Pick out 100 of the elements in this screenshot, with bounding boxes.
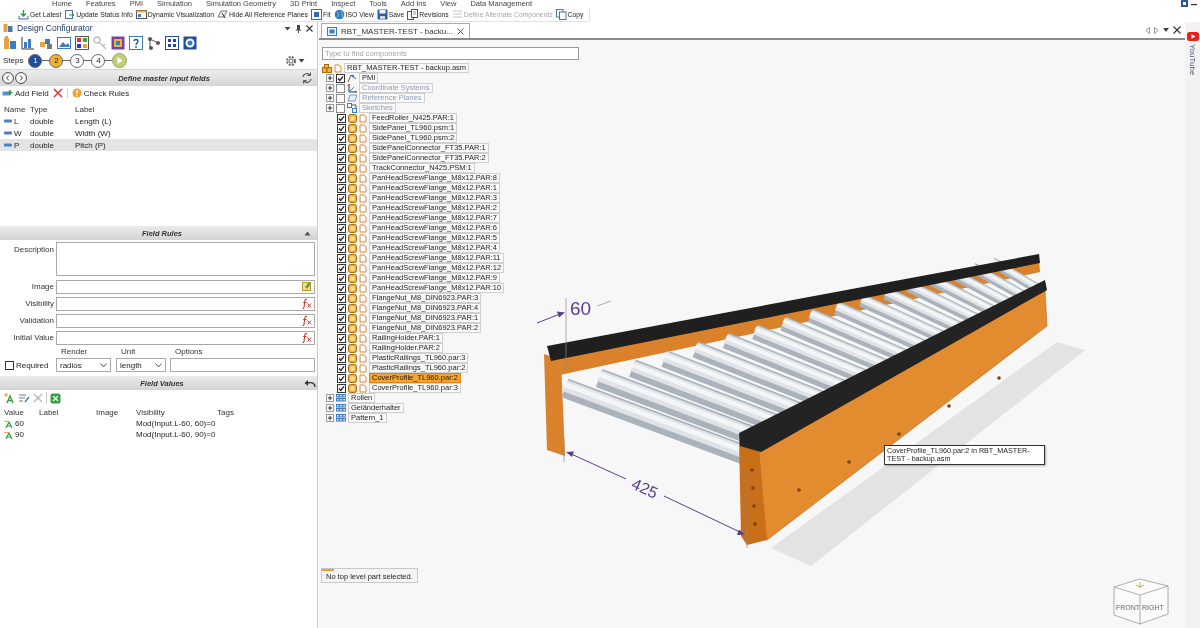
- color-icon[interactable]: [111, 36, 125, 50]
- visibility-checkbox[interactable]: [337, 253, 346, 263]
- play-icon[interactable]: [1186, 32, 1199, 41]
- help-icon[interactable]: [129, 36, 143, 50]
- formula-icon[interactable]: [302, 315, 312, 326]
- visibility-checkbox[interactable]: [337, 123, 346, 133]
- close-icon[interactable]: [306, 24, 313, 32]
- gear-icon[interactable]: [285, 54, 297, 67]
- formula-icon[interactable]: [302, 332, 312, 343]
- caret-down-icon[interactable]: [284, 24, 291, 32]
- unit-dropdown[interactable]: length: [116, 358, 166, 372]
- visibility-checkbox[interactable]: [337, 173, 346, 183]
- visibility-checkbox[interactable]: [337, 323, 346, 333]
- visibility-checkbox[interactable]: [336, 103, 345, 113]
- visibility-checkbox[interactable]: [337, 203, 346, 213]
- image-icon[interactable]: [302, 281, 312, 292]
- visibility-checkbox[interactable]: [336, 93, 345, 103]
- plane-icon: [217, 9, 229, 20]
- field-row[interactable]: P double Pitch (P): [0, 139, 317, 151]
- delete-icon[interactable]: [52, 88, 63, 98]
- field-label: Visibility: [24, 299, 55, 308]
- side-panel-tab[interactable]: YouTube: [1188, 44, 1197, 76]
- formula-field[interactable]: [56, 296, 315, 311]
- visibility-checkbox[interactable]: [337, 333, 346, 343]
- back-icon[interactable]: [2, 72, 14, 84]
- text-area-field[interactable]: [56, 242, 315, 276]
- visibility-checkbox[interactable]: [337, 223, 346, 233]
- part-icon: [348, 133, 357, 143]
- chart-icon[interactable]: [21, 36, 35, 50]
- visibility-checkbox[interactable]: [337, 143, 346, 153]
- step-button[interactable]: 4: [91, 53, 106, 68]
- globe-icon[interactable]: [183, 36, 197, 50]
- caret-down-icon[interactable]: [1163, 28, 1169, 32]
- caret-left-icon[interactable]: [1145, 26, 1150, 34]
- visibility-checkbox[interactable]: [337, 363, 346, 373]
- visibility-checkbox[interactable]: [337, 293, 346, 303]
- render-dropdown[interactable]: radios: [56, 358, 111, 372]
- formula-field[interactable]: [56, 330, 315, 345]
- visibility-checkbox[interactable]: [337, 313, 346, 323]
- expand-icon[interactable]: [326, 394, 334, 402]
- tree-icon[interactable]: [147, 36, 161, 50]
- sliders-icon[interactable]: [165, 36, 179, 50]
- visibility-checkbox[interactable]: [337, 383, 346, 393]
- visibility-checkbox[interactable]: [337, 373, 346, 383]
- visibility-checkbox[interactable]: [337, 243, 346, 253]
- required-checkbox[interactable]: [5, 360, 14, 370]
- blocks-icon[interactable]: [39, 36, 53, 50]
- expand-icon[interactable]: [326, 74, 334, 82]
- visibility-checkbox[interactable]: [337, 303, 346, 313]
- field-row[interactable]: W double Width (W): [0, 127, 317, 139]
- sheet-icon[interactable]: [50, 392, 61, 404]
- grid-icon[interactable]: [75, 36, 89, 50]
- globe-icon: [333, 9, 345, 20]
- field-row[interactable]: L double Length (L): [0, 115, 317, 127]
- options-field[interactable]: [170, 358, 315, 372]
- image-field[interactable]: [56, 279, 315, 294]
- expand-icon[interactable]: [326, 84, 334, 92]
- app-icon[interactable]: [1181, 0, 1188, 7]
- visibility-checkbox[interactable]: [337, 183, 346, 193]
- visibility-checkbox[interactable]: [337, 233, 346, 243]
- formula-icon[interactable]: [302, 298, 312, 309]
- pattern-icon: [336, 394, 346, 402]
- configurator-icon[interactable]: [3, 36, 17, 50]
- visibility-checkbox[interactable]: [337, 353, 346, 363]
- visibility-checkbox[interactable]: [336, 83, 345, 93]
- document-tab[interactable]: RBT_MASTER-TEST - backu...: [321, 23, 470, 38]
- list-edit-icon[interactable]: [18, 392, 30, 404]
- add-value-icon[interactable]: [3, 392, 15, 404]
- table-cell: P: [14, 140, 20, 150]
- visibility-checkbox[interactable]: [337, 283, 346, 293]
- expand-icon[interactable]: [326, 404, 334, 412]
- visibility-checkbox[interactable]: [337, 163, 346, 173]
- visibility-checkbox[interactable]: [337, 273, 346, 283]
- close-icon[interactable]: [456, 27, 464, 35]
- dimension-value: 425: [629, 475, 661, 502]
- step-button[interactable]: 2: [49, 53, 64, 68]
- visibility-checkbox[interactable]: [337, 263, 346, 273]
- close-icon[interactable]: [1173, 26, 1181, 34]
- image-icon[interactable]: [57, 36, 71, 50]
- collapse-icon[interactable]: [304, 230, 311, 236]
- expand-icon[interactable]: [326, 414, 334, 422]
- expand-icon[interactable]: [326, 104, 334, 112]
- add-field-button[interactable]: Add Field: [2, 88, 49, 98]
- caret-down-icon[interactable]: [298, 57, 305, 64]
- check-rules-button[interactable]: Check Rules: [66, 88, 130, 98]
- visibility-checkbox[interactable]: [337, 193, 346, 203]
- visibility-checkbox[interactable]: [337, 113, 346, 123]
- visibility-checkbox[interactable]: [337, 213, 346, 223]
- visibility-checkbox[interactable]: [337, 153, 346, 163]
- refresh-icon[interactable]: [301, 72, 313, 84]
- undo-icon[interactable]: [304, 378, 316, 388]
- forward-icon[interactable]: [15, 72, 27, 84]
- step-button[interactable]: 3: [70, 53, 85, 68]
- expand-icon[interactable]: [326, 94, 334, 102]
- visibility-checkbox[interactable]: [336, 73, 345, 83]
- visibility-checkbox[interactable]: [337, 133, 346, 143]
- pin-icon[interactable]: [295, 23, 302, 33]
- visibility-checkbox[interactable]: [337, 343, 346, 353]
- step-button[interactable]: 1: [28, 53, 43, 68]
- formula-field[interactable]: [56, 313, 315, 328]
